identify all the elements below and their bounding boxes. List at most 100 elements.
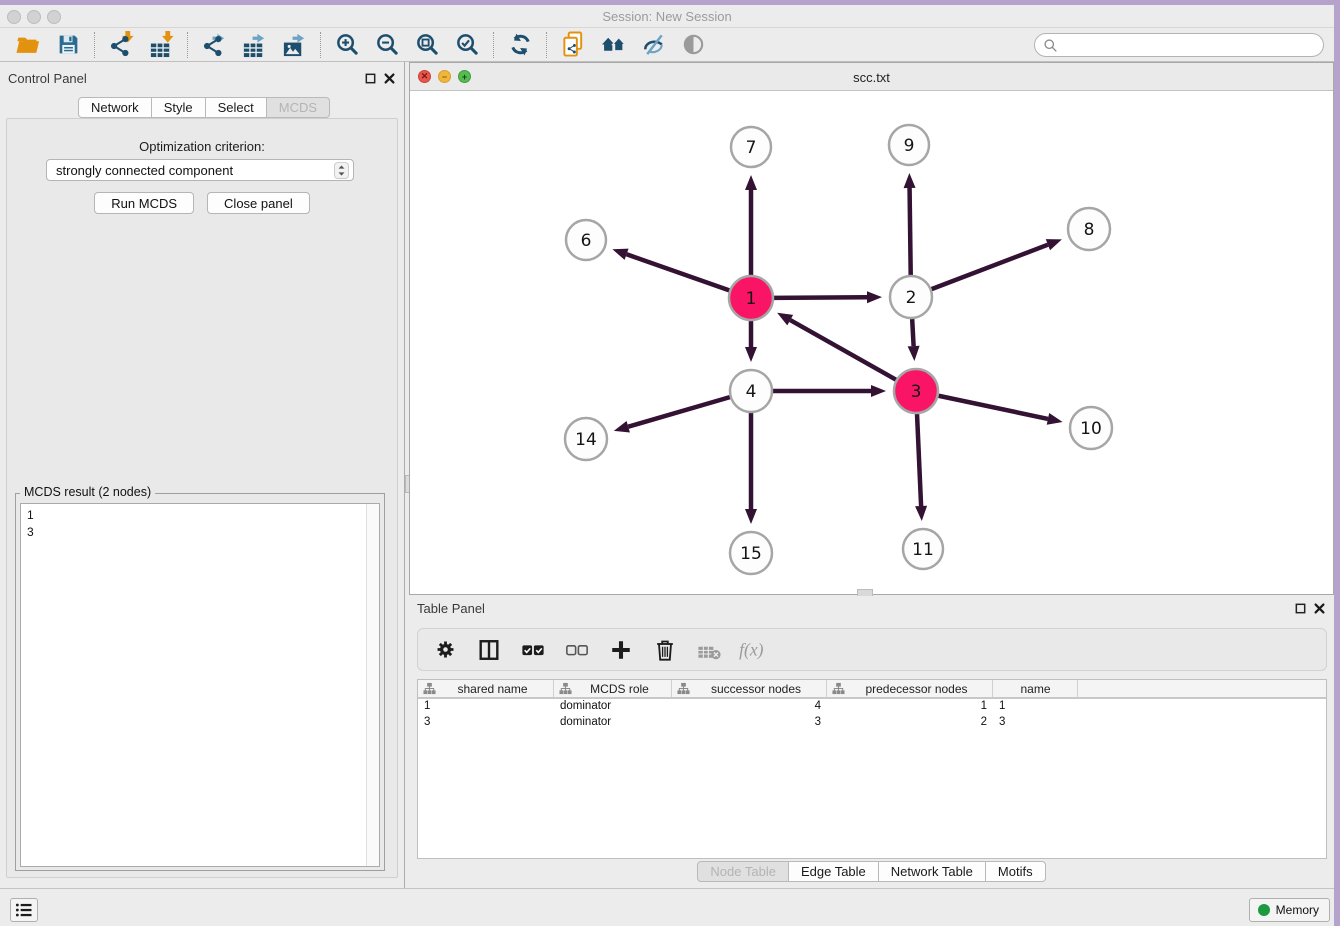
mcds-result-text[interactable]: 1 3	[20, 503, 380, 867]
table-cell: dominator	[554, 715, 672, 731]
export-network-button[interactable]	[194, 30, 234, 60]
network-overview-button[interactable]	[593, 30, 633, 60]
criterion-dropdown[interactable]: strongly connected component	[46, 159, 354, 181]
arrowhead-4-14	[614, 421, 630, 433]
close-panel-button[interactable]: Close panel	[207, 192, 310, 214]
column-header-successor-nodes[interactable]: successor nodes	[672, 680, 827, 697]
column-header-MCDS-role[interactable]: MCDS role	[554, 680, 672, 697]
svg-text:f(x): f(x)	[739, 639, 763, 659]
arrowhead-1-7	[745, 175, 757, 190]
memory-status-dot	[1258, 904, 1270, 916]
apply-layout-button[interactable]	[500, 30, 540, 60]
search-box	[1034, 33, 1324, 57]
table-x-icon	[696, 638, 722, 662]
delete-columns-button[interactable]	[650, 635, 680, 665]
import-network-button[interactable]	[101, 30, 141, 60]
network-canvas[interactable]: 7968124314101511	[410, 91, 1333, 594]
select-all-button[interactable]	[518, 635, 548, 665]
export-image-button[interactable]	[274, 30, 314, 60]
open-session-button[interactable]	[8, 30, 48, 60]
network-graph[interactable]: 7968124314101511	[410, 91, 1333, 594]
result-scrollbar[interactable]	[366, 504, 379, 866]
tab-select[interactable]: Select	[206, 97, 267, 118]
show-columns-button[interactable]	[474, 635, 504, 665]
table-row[interactable]: 3dominator323	[418, 715, 1326, 731]
node-label-8: 8	[1084, 220, 1095, 240]
table-cell: 4	[672, 699, 827, 715]
table-cell: 3	[418, 715, 554, 731]
column-header-shared-name[interactable]: shared name	[418, 680, 554, 697]
edge-3-1[interactable]	[790, 320, 896, 380]
tab-node-table[interactable]: Node Table	[697, 861, 789, 882]
new-network-from-selection-button[interactable]	[553, 30, 593, 60]
arrowhead-1-2	[867, 291, 882, 303]
fx-icon: f(x)	[737, 638, 769, 662]
tab-network-table[interactable]: Network Table	[879, 861, 986, 882]
float-panel-icon[interactable]	[1294, 602, 1307, 615]
close-panel-icon[interactable]	[383, 72, 396, 85]
memory-button-label: Memory	[1276, 903, 1319, 917]
float-panel-icon[interactable]	[364, 72, 377, 85]
toolbar-separator	[187, 32, 188, 58]
edge-2-8[interactable]	[932, 245, 1048, 289]
arrowhead-2-8	[1046, 239, 1062, 250]
import-table-button[interactable]	[141, 30, 181, 60]
zoom-fit-button[interactable]	[407, 30, 447, 60]
column-header-predecessor-nodes[interactable]: predecessor nodes	[827, 680, 993, 697]
table-cell: 3	[672, 715, 827, 731]
create-column-button[interactable]	[606, 635, 636, 665]
task-history-button[interactable]	[10, 898, 38, 922]
export-table-button[interactable]	[234, 30, 274, 60]
export-table-icon	[241, 30, 268, 59]
table-cell: 2	[827, 715, 993, 731]
save-session-button[interactable]	[48, 30, 88, 60]
table-row[interactable]: 1dominator411	[418, 699, 1326, 715]
run-mcds-button[interactable]: Run MCDS	[94, 192, 194, 214]
edge-2-9[interactable]	[910, 188, 911, 275]
close-panel-icon[interactable]	[1313, 602, 1326, 615]
hide-style-button[interactable]	[633, 30, 673, 60]
arrowhead-4-15	[745, 509, 757, 524]
node-label-3: 3	[911, 382, 922, 402]
tab-network[interactable]: Network	[78, 97, 152, 118]
node-label-1: 1	[746, 289, 757, 309]
memory-button[interactable]: Memory	[1249, 898, 1330, 922]
zoom-out-button[interactable]	[367, 30, 407, 60]
search-input[interactable]	[1058, 35, 1323, 55]
tab-motifs[interactable]: Motifs	[986, 861, 1046, 882]
table-mode-button[interactable]	[430, 635, 460, 665]
edge-4-14[interactable]	[628, 397, 730, 427]
hierarchy-icon	[559, 682, 572, 695]
network-window-title: scc.txt	[410, 70, 1333, 85]
column-header-name[interactable]: name	[993, 680, 1078, 697]
desktop-background	[1334, 0, 1340, 62]
zoom-selected-button[interactable]	[447, 30, 487, 60]
zoom-selected-icon	[455, 32, 480, 57]
tab-mcds[interactable]: MCDS	[267, 97, 330, 118]
hierarchy-icon	[677, 682, 690, 695]
edge-1-2[interactable]	[774, 297, 867, 298]
edge-2-3[interactable]	[912, 319, 913, 346]
edge-3-11[interactable]	[917, 414, 921, 506]
arrowhead-2-9	[904, 173, 916, 188]
zoom-in-button[interactable]	[327, 30, 367, 60]
toolbar-separator	[546, 32, 547, 58]
import-network-icon	[108, 30, 135, 59]
hierarchy-icon	[832, 682, 845, 695]
toolbar-separator	[493, 32, 494, 58]
zoom-fit-icon	[415, 32, 440, 57]
table-cell: 3	[993, 715, 1078, 731]
arrowhead-2-3	[908, 346, 920, 361]
control-panel-header: Control Panel	[0, 68, 404, 90]
edge-1-6[interactable]	[627, 254, 730, 290]
edge-3-10[interactable]	[939, 396, 1048, 419]
tab-edge-table[interactable]: Edge Table	[789, 861, 879, 882]
import-table-icon	[148, 30, 175, 59]
tab-style[interactable]: Style	[152, 97, 206, 118]
deselect-all-button[interactable]	[562, 635, 592, 665]
graphics-details-button[interactable]	[673, 30, 713, 60]
toolbar-separator	[94, 32, 95, 58]
export-image-icon	[281, 30, 308, 59]
network-view-window: ✕ − + scc.txt 7968124314101511	[409, 62, 1334, 595]
search-icon	[1043, 38, 1058, 53]
